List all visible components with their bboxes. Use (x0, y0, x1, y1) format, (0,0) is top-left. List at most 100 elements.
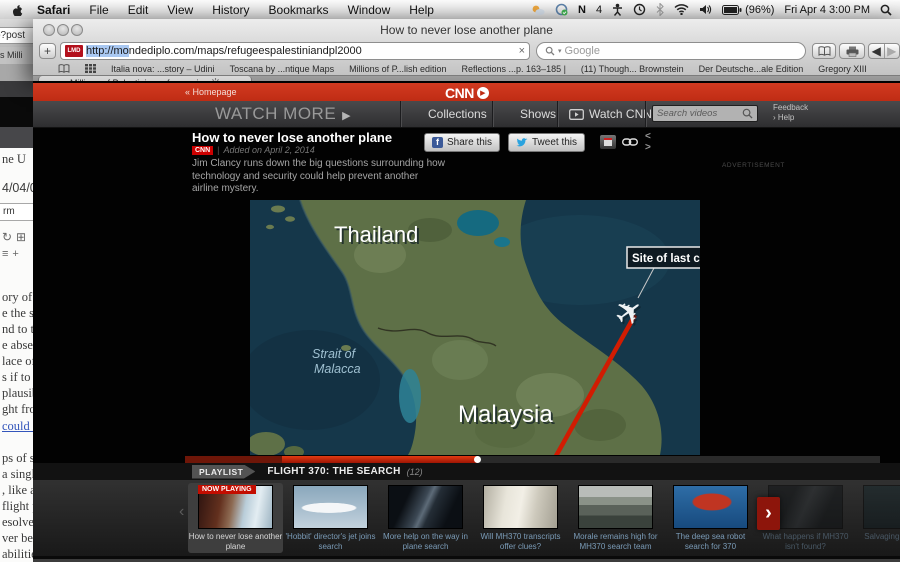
playlist-item[interactable]: The deep sea robot search for 370 (665, 483, 756, 553)
bluetooth-icon[interactable] (656, 3, 664, 16)
search-options-chevron-icon[interactable]: ▾ (558, 47, 562, 55)
menu-clock[interactable]: Fri Apr 4 3:00 PM (784, 4, 870, 16)
top-sites-grid-icon[interactable] (85, 64, 96, 73)
playlist-item[interactable]: Will MH370 transcripts offer clues? (475, 483, 566, 553)
background-text-line: , like a (2, 483, 33, 498)
back-button[interactable]: ◀ (869, 44, 885, 58)
link-icon[interactable] (622, 135, 638, 149)
video-progress-bar[interactable] (185, 456, 880, 463)
menu-item-view[interactable]: View (167, 3, 193, 17)
spotlight-icon[interactable] (880, 4, 892, 16)
menu-item-safari[interactable]: Safari (37, 3, 70, 17)
nav-collections[interactable]: Collections (428, 107, 487, 121)
feedback-link[interactable]: Feedback (773, 103, 808, 113)
apple-menu-icon[interactable] (12, 3, 23, 16)
playlist-caption: The deep sea robot search for 370 (665, 532, 756, 552)
bookmarks-book-icon[interactable] (58, 64, 70, 73)
playlist-item[interactable]: 'Hobbit' director's jet joins search (285, 483, 376, 553)
bookmarks-button[interactable] (812, 43, 836, 59)
nav-shows[interactable]: Shows (520, 107, 556, 121)
background-toolbar-icons: ↻⊞ (2, 230, 30, 244)
wifi-icon[interactable] (674, 4, 689, 15)
playlist-thumbnail[interactable] (578, 485, 653, 529)
playlist-thumbnail[interactable] (388, 485, 463, 529)
facebook-icon: f (432, 137, 443, 148)
battery-icon[interactable] (722, 5, 742, 15)
nav-divider (645, 101, 646, 127)
bookmark-item[interactable]: (11) Though... Brownstein (581, 64, 684, 74)
playlist-item-dimmed[interactable]: Salvaging a p ocean (855, 483, 900, 553)
playlist-item[interactable]: More help on the way in plane search (380, 483, 471, 553)
playlist-thumbnail[interactable] (863, 485, 900, 529)
playlist-count: (12) (407, 467, 423, 477)
menu-item-window[interactable]: Window (348, 3, 391, 17)
playlist-caption: Salvaging a p ocean (855, 532, 900, 542)
background-form-input[interactable]: rm (0, 203, 33, 221)
background-link-fragment[interactable]: could r (2, 419, 33, 434)
notification-count[interactable]: 4 (596, 4, 602, 16)
background-text-line: lace of (2, 354, 33, 369)
menu-item-bookmarks[interactable]: Bookmarks (269, 3, 329, 17)
time-machine-icon[interactable] (633, 3, 646, 16)
background-text-line: esolve c (2, 515, 33, 530)
share-twitter-button[interactable]: Tweet this (508, 133, 585, 152)
background-text-line: flight p (2, 499, 33, 514)
menu-status-area: N 4 (96%) Fri Apr 4 3 (531, 0, 892, 19)
watch-more-link[interactable]: WATCH MORE▶ (215, 104, 351, 124)
background-page-band-2 (0, 97, 33, 127)
help-link[interactable]: › Help (773, 113, 808, 123)
menu-item-edit[interactable]: Edit (128, 3, 149, 17)
playlist-caption: Morale remains high for MH370 search tea… (570, 532, 661, 552)
input-menu-icon[interactable]: N (578, 4, 586, 16)
video-search-placeholder: Search videos (657, 108, 742, 119)
print-button[interactable] (839, 43, 865, 59)
clear-url-icon[interactable]: × (519, 45, 525, 57)
share-facebook-button[interactable]: f Share this (424, 133, 500, 152)
callout-label: Site of last c (632, 253, 700, 265)
playlist-item-current[interactable]: NOW PLAYING How to never lose another pl… (188, 483, 283, 553)
new-tab-button[interactable]: + (39, 43, 56, 59)
map-lake (457, 210, 499, 236)
menu-item-history[interactable]: History (212, 3, 249, 17)
bookmark-item[interactable]: Toscana by ...ntique Maps (230, 64, 335, 74)
menu-item-help[interactable]: Help (409, 3, 434, 17)
volume-icon[interactable] (699, 4, 712, 15)
window-title: How to never lose another plane (33, 23, 900, 37)
playlist-thumbnail[interactable] (293, 485, 368, 529)
forward-button[interactable]: ▶ (885, 44, 900, 58)
playlist-item[interactable]: Morale remains high for MH370 search tea… (570, 483, 661, 553)
homepage-link[interactable]: « Homepage (185, 87, 237, 97)
thailand-label: Thailand (334, 222, 418, 247)
weather-icon[interactable] (531, 4, 545, 16)
playlist-caption: Will MH370 transcripts offer clues? (475, 532, 566, 552)
video-player-surface[interactable]: ✈ ✈ Site of last c Thailand Thailand Str… (250, 200, 700, 455)
watch-more-arrow-icon: ▶ (342, 110, 351, 122)
playlist-next-button[interactable]: › (757, 497, 780, 530)
address-bar[interactable]: LMD http://mo ndediplo.com/maps/refugees… (60, 42, 530, 60)
video-search-field[interactable]: Search videos (652, 105, 758, 122)
playlist-thumbnail[interactable] (673, 485, 748, 529)
google-search-field[interactable]: ▾ Google (536, 42, 806, 60)
menu-item-file[interactable]: File (89, 3, 108, 17)
bookmark-item[interactable]: Millions of P...lish edition (349, 64, 446, 74)
bookmark-item[interactable]: Reflections ...p. 163–185 | (462, 64, 566, 74)
background-page-content: ne U 4/04/0 rm ↻⊞ ≡+ ory of t e the su n… (0, 148, 33, 562)
cnn-logo-play-icon: ▶ (477, 87, 489, 99)
progress-handle[interactable] (474, 456, 481, 463)
bookmark-item[interactable]: Gregory XIII (818, 64, 867, 74)
sync-icon[interactable] (555, 3, 568, 16)
menu-bar: Safari File Edit View History Bookmarks … (0, 0, 900, 20)
nav-watch-cnn[interactable]: Watch CNN (569, 107, 652, 121)
cnn-logo[interactable]: CNN ▶ (445, 85, 489, 101)
embed-code-icon[interactable]: < > (645, 135, 661, 149)
playlist-prev-icon[interactable]: ‹ (179, 503, 184, 521)
playlist-thumbnail[interactable] (483, 485, 558, 529)
nav-divider (492, 101, 493, 127)
bookmark-item[interactable]: Der Deutsche...ale Edition (699, 64, 804, 74)
background-text-line: e the su (2, 306, 33, 321)
background-text-line: ory of t (2, 290, 33, 305)
bookmark-item[interactable]: Italia nova: ...story – Udini (111, 64, 215, 74)
background-list-icons: ≡+ (2, 248, 23, 260)
accessibility-icon[interactable] (612, 3, 623, 16)
share-misc-icon[interactable] (600, 135, 616, 149)
